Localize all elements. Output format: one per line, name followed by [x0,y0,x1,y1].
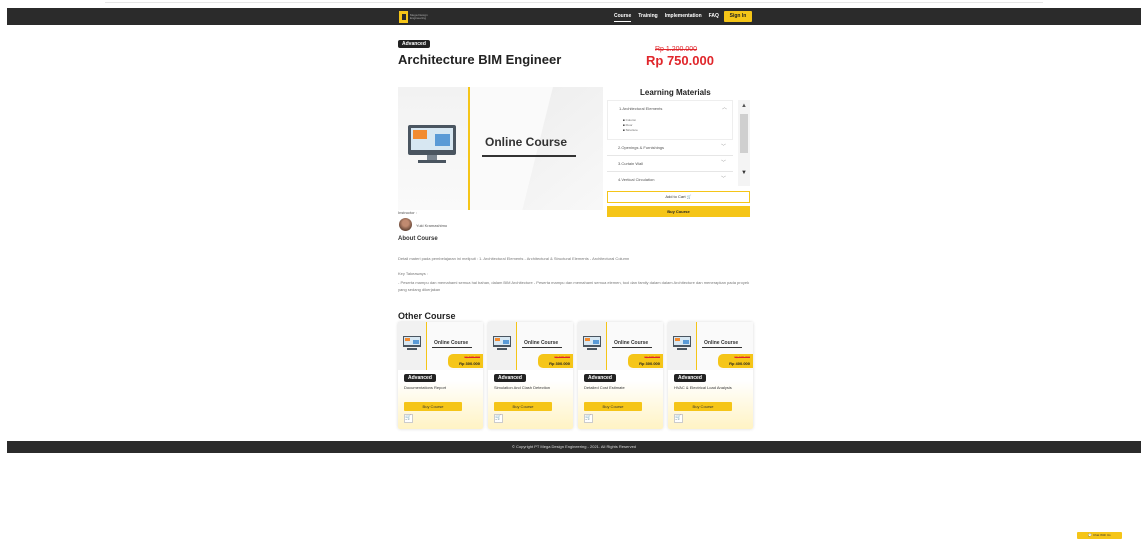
card-old-price: Rp 500.000 [554,355,570,359]
nav-training[interactable]: Training [638,11,657,22]
card-price: Rp 400.000 [729,361,750,366]
price-tag: Rp 500.000 Rp 300.000 [448,354,483,368]
monitor-icon [403,336,421,352]
subitem: Structure [623,128,638,133]
card-old-price: Rp 500.000 [644,355,660,359]
monitor-icon [408,125,456,165]
card-badge: Advanced [494,374,526,382]
footer: © Copyright PT Mega Design Engineering -… [7,441,1141,453]
cart-icon[interactable]: 🛒 [674,414,683,423]
course-card[interactable]: Online Course Rp 500.000 Rp 300.000 Advan… [578,322,663,429]
card-buy-button[interactable]: Buy Course [494,402,552,411]
course-card[interactable]: Online Course Rp 500.000 Rp 300.000 Advan… [398,322,483,429]
signin-button[interactable]: Sign In [724,11,752,22]
chevron-down-icon: ﹀ [721,144,727,150]
card-thumbnail: Online Course Rp 500.000 Rp 300.000 [578,322,663,370]
accordion-label: 1.Architectural Elements [619,106,663,111]
card-thumbnail: Online Course Rp 600.000 Rp 400.000 [668,322,753,370]
page: Mega Design Engineering Course Training … [0,0,1148,539]
avatar [399,218,412,231]
card-price: Rp 300.000 [549,361,570,366]
scroll-up-icon[interactable]: ▲ [741,103,747,109]
card-old-price: Rp 500.000 [464,355,480,359]
monitor-icon [493,336,511,352]
hero-title: Online Course [485,135,568,149]
card-buy-button[interactable]: Buy Course [404,402,462,411]
accordion-subitems: Column Floor Structure [623,118,638,133]
course-level-badge: Advanced [398,40,430,48]
logo-icon [399,10,408,23]
accordion-item[interactable]: 1.Architectural Elements ︿ Column Floor … [607,100,733,140]
buy-course-button[interactable]: Buy Course [607,206,750,217]
chevron-up-icon: ︿ [722,105,728,111]
card-price: Rp 300.000 [639,361,660,366]
price-tag: Rp 600.000 Rp 400.000 [718,354,753,368]
scrollbar[interactable]: ▲ ▼ [738,100,750,186]
key-takeaways-text: - Peserta mampu dan memahami semua hal b… [398,280,750,292]
chevron-down-icon: ﹀ [721,176,727,182]
navbar: Mega Design Engineering Course Training … [7,8,1141,25]
accordion-item[interactable]: 4.Vertical Circulation ﹀ [607,172,733,186]
card-title[interactable]: Documentations Report [404,385,482,390]
course-hero-image: Online Course [398,87,603,210]
instructor-name: Yuki Kramashimo [416,223,448,228]
card-title[interactable]: Simulation And Clash Detection [494,385,572,390]
card-thumbnail: Online Course Rp 500.000 Rp 300.000 [398,322,483,370]
card-price: Rp 300.000 [459,361,480,366]
nav-links: Course Training Implementation FAQ [614,11,719,22]
accordion-item[interactable]: 2.Openings & Furnishings ﹀ [607,140,733,156]
card-thumb-title: Online Course [434,340,469,346]
card-old-price: Rp 600.000 [734,355,750,359]
course-card[interactable]: Online Course Rp 500.000 Rp 300.000 Advan… [488,322,573,429]
logo[interactable]: Mega Design Engineering [399,10,435,23]
accordion-label: 3.Curtain Wall [618,161,643,166]
new-price: Rp 750.000 [646,53,714,68]
accordion-label: 2.Openings & Furnishings [618,145,665,150]
nav-course[interactable]: Course [614,12,632,22]
accordion-item[interactable]: 3.Curtain Wall ﹀ [607,156,733,172]
top-divider [105,2,1043,3]
key-takeaways-heading: Key Takeaways : [398,271,428,276]
price-tag: Rp 500.000 Rp 300.000 [628,354,663,368]
other-course-heading: Other Course [398,311,456,321]
card-badge: Advanced [404,374,436,382]
card-title[interactable]: Detailed Cost Estimate [584,385,662,390]
accordion-label: 4.Vertical Circulation [618,177,655,182]
card-thumb-title: Online Course [524,340,559,346]
chat-button[interactable]: 💬 Chat With Us [1077,532,1122,539]
card-thumb-title: Online Course [614,340,649,346]
cart-icon[interactable]: 🛒 [404,414,413,423]
about-heading: About Course [398,236,438,242]
card-title[interactable]: HVAC & Electrical Load Analysis [674,385,752,390]
old-price: Rp 1.200.000 [655,46,698,53]
logo-text: Mega Design Engineering [410,12,428,20]
nav-implementation[interactable]: Implementation [665,11,702,22]
card-thumbnail: Online Course Rp 500.000 Rp 300.000 [488,322,573,370]
scrollbar-thumb[interactable] [740,114,748,153]
instructor-label: Instructor : [398,210,417,215]
monitor-icon [673,336,691,352]
card-buy-button[interactable]: Buy Course [584,402,642,411]
course-title: Architecture BIM Engineer [398,52,562,67]
cart-icon[interactable]: 🛒 [494,414,503,423]
card-thumb-title: Online Course [704,340,739,346]
about-description: Detail materi pada pembelajaran ini meli… [398,256,630,261]
nav-faq[interactable]: FAQ [709,11,719,22]
course-card[interactable]: Online Course Rp 600.000 Rp 400.000 Advan… [668,322,753,429]
price-tag: Rp 500.000 Rp 300.000 [538,354,573,368]
card-badge: Advanced [584,374,616,382]
cart-icon[interactable]: 🛒 [584,414,593,423]
card-badge: Advanced [674,374,706,382]
add-to-cart-button[interactable]: Add to Cart 🛒 [607,191,750,203]
chevron-down-icon: ﹀ [721,160,727,166]
learning-materials-list[interactable]: 1.Architectural Elements ︿ Column Floor … [607,100,750,186]
learning-materials-title: Learning Materials [640,88,711,97]
card-buy-button[interactable]: Buy Course [674,402,732,411]
monitor-icon [583,336,601,352]
scroll-down-icon[interactable]: ▼ [741,170,747,176]
